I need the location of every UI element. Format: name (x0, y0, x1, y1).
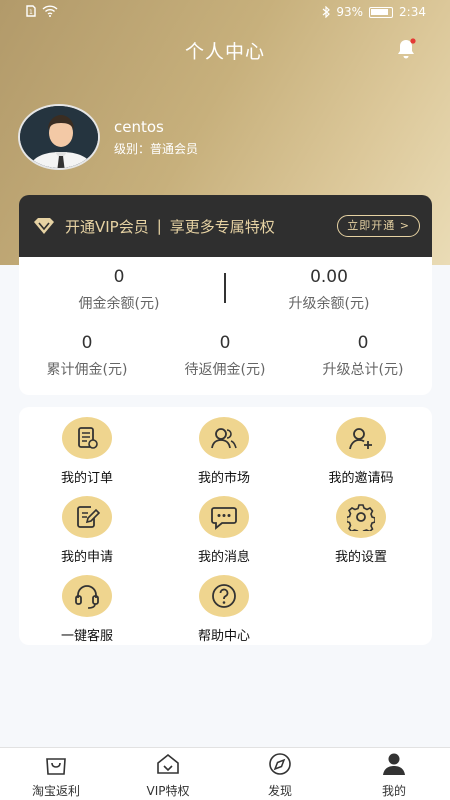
vip-house-icon (157, 753, 179, 774)
vip-subtitle: 享更多专属特权 (169, 217, 275, 236)
status-bar: 1 93% 2:34 (0, 0, 450, 26)
tab-mine[interactable]: 我的 (338, 752, 450, 799)
stat-label: 升级余额(元) (288, 296, 370, 312)
stat-label: 待返佣金(元) (184, 362, 266, 378)
tab-discover[interactable]: 发现 (224, 752, 336, 799)
invite-user-icon (336, 417, 386, 459)
menu-item-invite-code[interactable]: 我的邀请码 (296, 417, 426, 486)
menu-label: 一键客服 (60, 629, 113, 644)
vip-title: 开通VIP会员 (65, 217, 149, 236)
member-level-label: 级别： (114, 142, 151, 156)
stat-value: 0 (219, 333, 231, 353)
menu-item-messages[interactable]: 我的消息 (159, 496, 289, 565)
clock: 2:34 (399, 5, 426, 19)
earnings-panel: 0 佣金余额(元) 0.00 升级余额(元) 0 累计佣金(元) 0 待返佣金(… (19, 257, 432, 395)
vip-diamond-icon (34, 218, 54, 234)
username: centos (114, 118, 164, 136)
bluetooth-icon (322, 6, 331, 18)
help-icon (199, 575, 249, 617)
member-level-value: 普通会员 (150, 142, 199, 156)
tab-label: 淘宝返利 (31, 784, 80, 798)
tab-vip-privilege[interactable]: VIP特权 (112, 752, 224, 799)
member-level: 级别：普通会员 (114, 140, 198, 157)
menu-label: 我的设置 (334, 550, 387, 565)
message-icon (199, 496, 249, 538)
menu-item-help-center[interactable]: 帮助中心 (159, 575, 289, 644)
gear-icon (336, 496, 386, 538)
stat-upgrade-total[interactable]: 0 升级总计(元) (303, 333, 423, 379)
stat-label: 佣金余额(元) (78, 296, 160, 312)
stat-value: 0 (357, 333, 369, 353)
page-title: 个人中心 (184, 41, 265, 63)
stat-value: 0 (113, 267, 125, 287)
battery-icon (369, 6, 394, 18)
menu-label: 我的市场 (197, 471, 250, 486)
stat-label: 累计佣金(元) (46, 362, 128, 378)
tab-taobao-rebate[interactable]: 淘宝返利 (0, 752, 112, 799)
tab-label: 发现 (267, 784, 292, 798)
menu-item-settings[interactable]: 我的设置 (296, 496, 426, 565)
open-vip-button-label: 立即开通 (347, 219, 396, 232)
sim-icon: 1 (26, 5, 36, 17)
headset-icon (62, 575, 112, 617)
stat-upgrade-balance[interactable]: 0.00 升级余额(元) (249, 267, 409, 313)
vip-separator: | (156, 217, 162, 235)
menu-item-orders[interactable]: 我的订单 (22, 417, 152, 486)
open-vip-button[interactable]: 立即开通 > (337, 215, 420, 237)
wifi-icon (42, 5, 58, 17)
stat-pending-commission[interactable]: 0 待返佣金(元) (165, 333, 285, 379)
stat-commission-balance[interactable]: 0 佣金余额(元) (39, 267, 199, 313)
chevron-right-icon: > (399, 219, 410, 232)
vip-banner[interactable]: 开通VIP会员 | 享更多专属特权 立即开通 > (19, 195, 432, 257)
stat-value: 0 (81, 333, 93, 353)
function-menu: 我的订单 我的市场 我的邀请码 我的申请 我的消息 我的设置 一键客服 帮助中心 (19, 407, 432, 645)
menu-label: 我的消息 (197, 550, 250, 565)
notification-bell-icon[interactable] (394, 37, 418, 61)
avatar[interactable] (18, 104, 100, 170)
shopping-bag-icon (46, 758, 66, 775)
stat-label: 升级总计(元) (322, 362, 404, 378)
svg-text:1: 1 (29, 9, 33, 16)
menu-item-customer-service[interactable]: 一键客服 (22, 575, 152, 644)
person-icon (383, 753, 405, 775)
menu-label: 我的邀请码 (328, 471, 394, 486)
stat-value: 0.00 (310, 267, 348, 287)
stat-total-commission[interactable]: 0 累计佣金(元) (27, 333, 147, 379)
menu-item-market[interactable]: 我的市场 (159, 417, 289, 486)
menu-label: 我的订单 (60, 471, 113, 486)
stat-divider (224, 273, 226, 303)
bottom-tab-bar: 淘宝返利 VIP特权 发现 我的 (0, 747, 450, 800)
edit-document-icon (62, 496, 112, 538)
order-icon (62, 417, 112, 459)
compass-icon (269, 753, 291, 775)
tab-label: 我的 (381, 784, 406, 798)
menu-label: 我的申请 (60, 550, 113, 565)
battery-percent: 93% (336, 5, 364, 19)
team-icon (199, 417, 249, 459)
menu-label: 帮助中心 (197, 629, 250, 644)
menu-item-applications[interactable]: 我的申请 (22, 496, 152, 565)
tab-label: VIP特权 (146, 784, 190, 798)
